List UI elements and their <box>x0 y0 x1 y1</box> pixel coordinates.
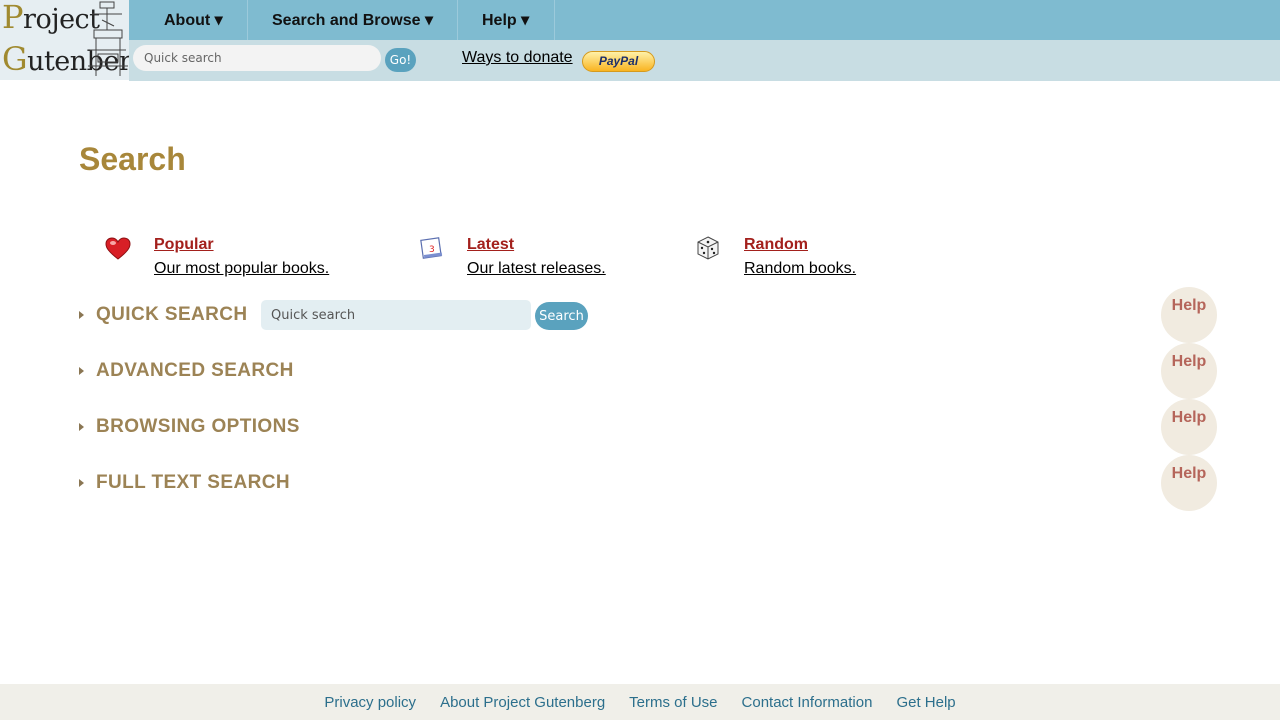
latest-link[interactable]: Latest <box>467 236 514 254</box>
printing-press-icon <box>88 1 128 76</box>
calendar-icon: 3 <box>420 237 443 259</box>
section-quick-search[interactable]: QUICK SEARCH Search Help <box>79 287 1217 343</box>
site-logo[interactable]: Project Gutenberg <box>0 0 129 80</box>
nav-help[interactable]: Help ▾ <box>458 0 555 40</box>
sub-header-bar: Go! Ways to donate PayPal <box>129 40 1280 81</box>
expand-arrow-icon <box>79 311 84 319</box>
popular-description-link[interactable]: Our most popular books. <box>154 260 329 278</box>
popular-link[interactable]: Popular <box>154 236 214 254</box>
footer-about-link[interactable]: About Project Gutenberg <box>440 694 605 711</box>
expand-arrow-icon <box>79 367 84 375</box>
expand-arrow-icon <box>79 423 84 431</box>
help-button[interactable]: Help <box>1161 287 1217 343</box>
footer: Privacy policy About Project Gutenberg T… <box>0 684 1280 720</box>
footer-terms-link[interactable]: Terms of Use <box>629 694 717 711</box>
top-navigation: About ▾ Search and Browse ▾ Help ▾ <box>129 0 1280 40</box>
paypal-button[interactable]: PayPal <box>582 51 655 72</box>
section-title[interactable]: ADVANCED SEARCH <box>96 360 294 382</box>
footer-contact-link[interactable]: Contact Information <box>742 694 873 711</box>
heart-icon <box>105 237 131 260</box>
header-search-input[interactable] <box>133 45 381 71</box>
expand-arrow-icon <box>79 479 84 487</box>
ways-to-donate-link[interactable]: Ways to donate <box>462 49 573 67</box>
page-title: Search <box>79 141 186 177</box>
latest-description-link[interactable]: Our latest releases. <box>467 260 606 278</box>
nav-search-and-browse[interactable]: Search and Browse ▾ <box>248 0 458 40</box>
footer-get-help-link[interactable]: Get Help <box>896 694 955 711</box>
logo-text-project: Project <box>2 0 100 36</box>
quick-search-input[interactable] <box>261 300 531 330</box>
section-full-text-search[interactable]: FULL TEXT SEARCH Help <box>79 455 1217 511</box>
footer-privacy-policy-link[interactable]: Privacy policy <box>324 694 416 711</box>
nav-about[interactable]: About ▾ <box>129 0 248 40</box>
section-title[interactable]: QUICK SEARCH <box>96 304 248 326</box>
section-title[interactable]: BROWSING OPTIONS <box>96 416 300 438</box>
help-button[interactable]: Help <box>1161 399 1217 455</box>
dice-icon <box>697 236 719 260</box>
help-button[interactable]: Help <box>1161 343 1217 399</box>
random-link[interactable]: Random <box>744 236 808 254</box>
section-advanced-search[interactable]: ADVANCED SEARCH Help <box>79 343 1217 399</box>
random-description-link[interactable]: Random books. <box>744 260 856 278</box>
header-go-button[interactable]: Go! <box>385 48 416 72</box>
calendar-icon-text: 3 <box>429 245 435 255</box>
section-browsing-options[interactable]: BROWSING OPTIONS Help <box>79 399 1217 455</box>
help-button[interactable]: Help <box>1161 455 1217 511</box>
quick-search-button[interactable]: Search <box>535 302 588 330</box>
section-title[interactable]: FULL TEXT SEARCH <box>96 472 290 494</box>
